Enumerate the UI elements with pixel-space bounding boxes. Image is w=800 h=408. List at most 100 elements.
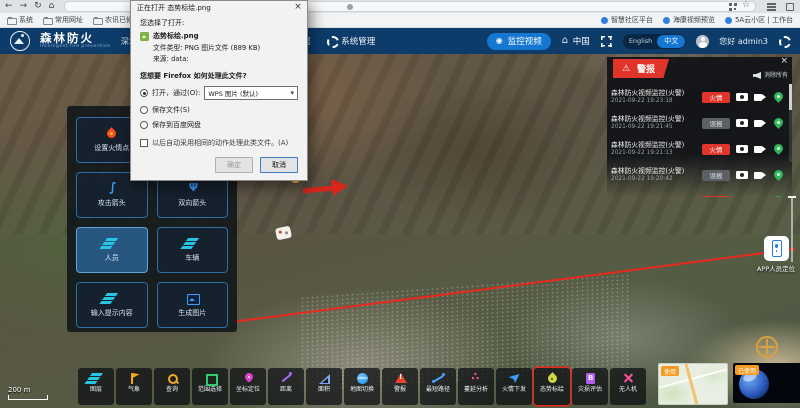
qr-code-icon[interactable] bbox=[729, 3, 737, 11]
png-file-icon bbox=[140, 32, 149, 41]
alarm-status-button[interactable]: 误报 bbox=[702, 170, 730, 181]
reload-icon[interactable]: ↻ bbox=[34, 2, 42, 11]
mute-all-button[interactable]: 消除所有 bbox=[752, 69, 788, 80]
nav-menu-item[interactable]: 系统管理 bbox=[326, 35, 375, 47]
tool-label: 无人机 bbox=[619, 387, 637, 394]
alarm-scrollbar[interactable] bbox=[789, 84, 792, 162]
open-with-dropdown[interactable]: WPS 图片 (默认) ▾ bbox=[204, 86, 298, 100]
video-camera-icon[interactable] bbox=[754, 91, 766, 103]
layers-icon bbox=[186, 237, 199, 250]
basemap-tile[interactable]: 已使用 bbox=[733, 363, 800, 403]
distance-icon bbox=[280, 372, 293, 385]
location-pin-icon[interactable] bbox=[772, 91, 784, 103]
basemap-badge: 使用 bbox=[661, 366, 679, 376]
plot-tool-button[interactable]: 生成图片 bbox=[157, 282, 229, 328]
map-tool-button[interactable]: 坐标定位 bbox=[230, 368, 266, 405]
dialog-titlebar[interactable]: 正在打开 态势标绘.png × bbox=[131, 1, 307, 14]
radio-open-with[interactable] bbox=[140, 89, 148, 97]
alarm-row-main: 森林防火视频监控(火警) 2021-09-22 19:21:45 bbox=[611, 115, 698, 131]
rect-icon bbox=[204, 372, 217, 385]
bookmark-label: 5A云小区 | 工作台 bbox=[735, 15, 793, 25]
language-toggle[interactable]: English 中文 bbox=[623, 34, 686, 49]
app-person-locate-badge[interactable]: APP人员定位 bbox=[750, 236, 800, 273]
layers-icon bbox=[105, 292, 118, 305]
cancel-button[interactable]: 取消 bbox=[260, 157, 298, 173]
open-with-option[interactable]: 打开，通过(O): WPS 图片 (默认) ▾ bbox=[140, 86, 298, 100]
location-pin-icon[interactable] bbox=[772, 117, 784, 129]
sidebar-list-icon[interactable] bbox=[766, 1, 777, 12]
map-tool-button[interactable]: 查询 bbox=[154, 368, 190, 405]
save-file-option[interactable]: 保存文件(S) bbox=[140, 105, 298, 115]
alarm-status-button[interactable]: 误报 bbox=[702, 118, 730, 129]
remember-option[interactable]: 以后自动采用相同的动作处理此类文件。(A) bbox=[140, 138, 298, 148]
alarm-status-button[interactable]: 火情 bbox=[702, 196, 730, 198]
map-tool-button[interactable]: 蔓延分析 bbox=[458, 368, 494, 405]
bookmark-item[interactable]: 常用网址 bbox=[43, 15, 83, 25]
lang-english[interactable]: English bbox=[624, 36, 657, 47]
close-icon[interactable]: × bbox=[291, 1, 305, 14]
map-tool-button[interactable]: 灾损评估 bbox=[572, 368, 608, 405]
site-info-icon[interactable] bbox=[347, 4, 353, 10]
extensions-icon[interactable] bbox=[784, 1, 795, 12]
scale-label: 200 m bbox=[8, 386, 30, 394]
map-tool-button[interactable]: 火情下发 bbox=[496, 368, 532, 405]
snapshot-camera-icon[interactable] bbox=[736, 143, 748, 155]
snapshot-camera-icon[interactable] bbox=[736, 195, 748, 197]
map-tool-button[interactable]: 面积 bbox=[306, 368, 342, 405]
video-camera-icon[interactable] bbox=[754, 117, 766, 129]
location-pin-icon[interactable] bbox=[772, 169, 784, 181]
radio-save-file[interactable] bbox=[140, 106, 148, 114]
remember-checkbox[interactable] bbox=[140, 139, 148, 147]
bookmark-item[interactable]: 智慧社区平台 bbox=[601, 15, 653, 25]
video-camera-icon[interactable] bbox=[754, 143, 766, 155]
plot-tool-button[interactable]: 人员 bbox=[76, 227, 148, 273]
tool-label: 图层 bbox=[90, 387, 102, 394]
back-icon[interactable]: ← bbox=[5, 2, 13, 11]
country-selector[interactable]: 中国 bbox=[561, 35, 590, 47]
radio-save-cloud[interactable] bbox=[140, 121, 148, 129]
forward-icon[interactable]: → bbox=[20, 2, 28, 11]
tool-label: 设置火情点 bbox=[94, 143, 129, 153]
monitor-video-button[interactable]: 监控视频 bbox=[487, 33, 551, 50]
map-tool-button[interactable]: 范围选择 bbox=[192, 368, 228, 405]
video-camera-icon[interactable] bbox=[754, 195, 766, 197]
map-tool-button[interactable]: 警报 bbox=[382, 368, 418, 405]
settings-gear-icon[interactable] bbox=[778, 35, 790, 47]
folder-icon bbox=[7, 16, 16, 24]
map-tool-button[interactable]: 地图切换 bbox=[344, 368, 380, 405]
app-title: 森林防火 bbox=[40, 32, 111, 45]
snapshot-camera-icon[interactable] bbox=[736, 169, 748, 181]
file-type-row: 文件类型: PNG 图片文件 (889 KB) bbox=[153, 43, 298, 54]
dialog-body: 您选择了打开: 态势标绘.png 文件类型: PNG 图片文件 (889 KB)… bbox=[131, 14, 307, 180]
layers-icon bbox=[105, 237, 118, 250]
user-avatar[interactable] bbox=[696, 35, 709, 48]
alarm-row-main: 森林防火视频监控(火警) 2021-09-22 19:23:18 bbox=[611, 89, 698, 105]
map-tool-button[interactable]: 气象 bbox=[116, 368, 152, 405]
bookmark-item[interactable]: 5A云小区 | 工作台 bbox=[725, 15, 793, 25]
lang-chinese[interactable]: 中文 bbox=[657, 35, 685, 48]
plot-tool-button[interactable]: 车辆 bbox=[157, 227, 229, 273]
ok-button[interactable]: 确定 bbox=[215, 157, 253, 173]
bookmark-item[interactable]: 海康视频预览 bbox=[663, 15, 715, 25]
plot-tool-button[interactable]: 输入提示内容 bbox=[76, 282, 148, 328]
bookmark-item[interactable]: 系统 bbox=[7, 15, 33, 25]
basemap-tile[interactable]: 使用 bbox=[658, 363, 728, 405]
fullscreen-icon[interactable] bbox=[600, 35, 613, 48]
save-cloud-option[interactable]: 保存到百度网盘 bbox=[140, 120, 298, 130]
alarm-status-button[interactable]: 火情 bbox=[702, 92, 730, 103]
home-icon[interactable]: ⌂ bbox=[49, 2, 55, 11]
bookmark-star-icon[interactable] bbox=[742, 2, 751, 11]
snapshot-camera-icon[interactable] bbox=[736, 91, 748, 103]
alarm-status-button[interactable]: 火情 bbox=[702, 144, 730, 155]
location-pin-icon[interactable] bbox=[772, 195, 784, 197]
map-tool-button[interactable]: 距离 bbox=[268, 368, 304, 405]
map-tool-button[interactable]: 最短路径 bbox=[420, 368, 456, 405]
map-tool-button[interactable]: 态势标绘 bbox=[534, 368, 570, 405]
video-camera-icon[interactable] bbox=[754, 169, 766, 181]
map-tool-button[interactable]: 无人机 bbox=[610, 368, 646, 405]
close-icon[interactable]: × bbox=[780, 57, 788, 66]
compass-control[interactable] bbox=[756, 336, 778, 358]
snapshot-camera-icon[interactable] bbox=[736, 117, 748, 129]
map-tool-button[interactable]: 图层 bbox=[78, 368, 114, 405]
location-pin-icon[interactable] bbox=[772, 143, 784, 155]
